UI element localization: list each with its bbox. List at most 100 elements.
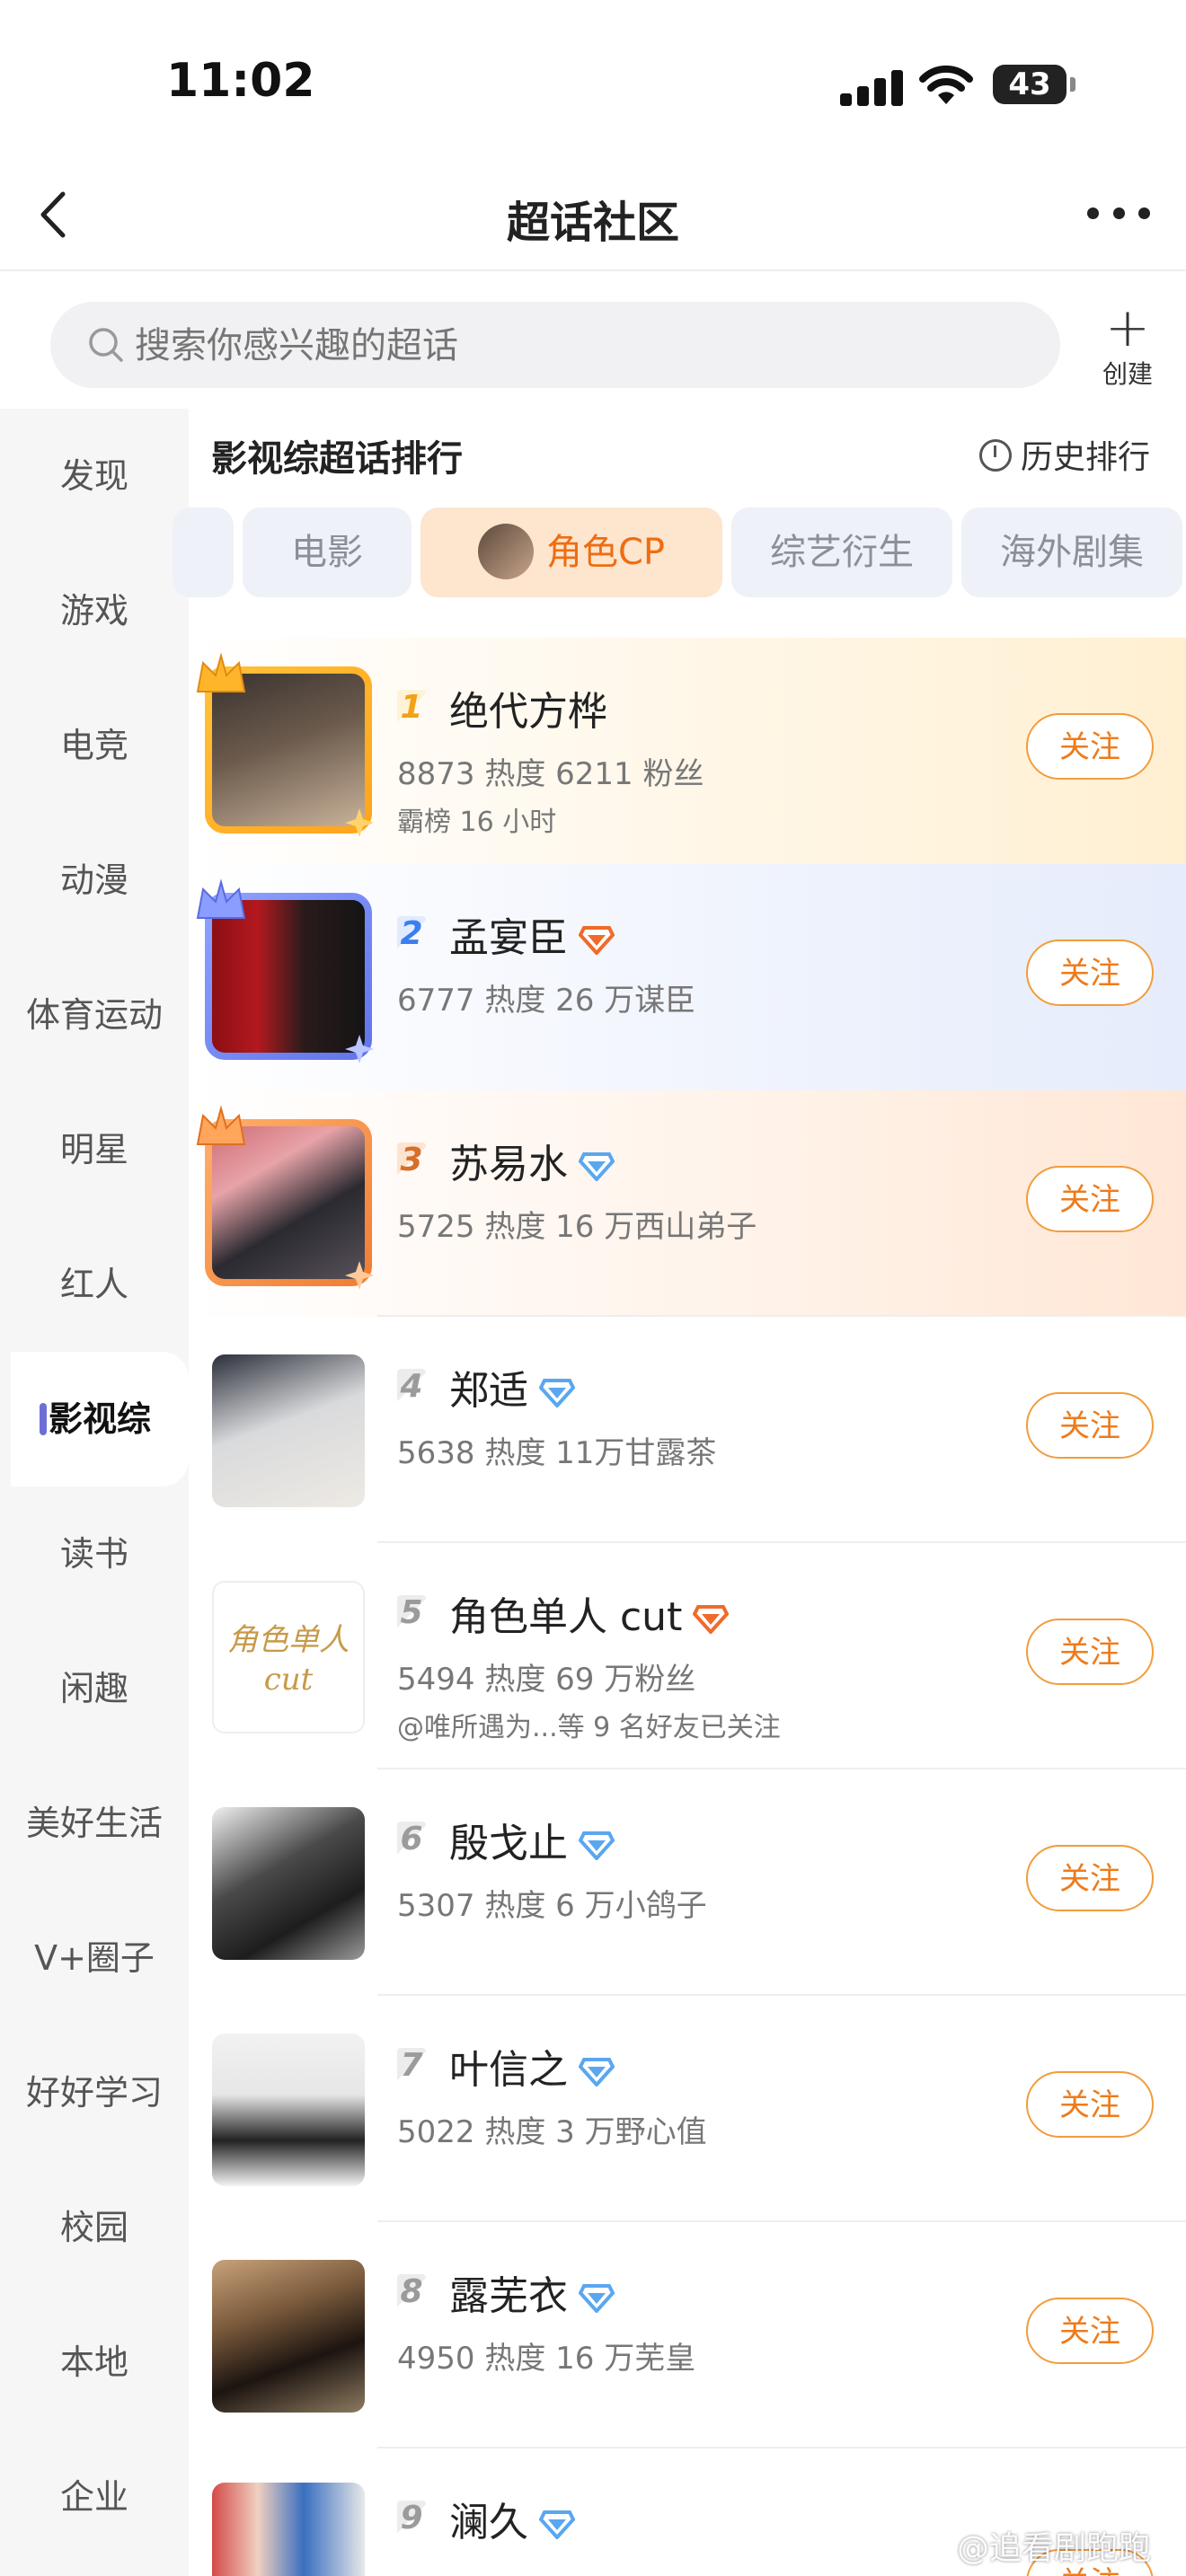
logo-text: 角色单人cut bbox=[227, 1622, 350, 1698]
avatar bbox=[212, 900, 365, 1053]
avatar bbox=[212, 1126, 365, 1279]
page-title: 超话社区 bbox=[506, 198, 679, 248]
follow-button[interactable]: 关注 bbox=[1026, 1619, 1154, 1685]
rank-number: 9 bbox=[397, 2501, 426, 2536]
crown-icon bbox=[196, 1105, 246, 1145]
sidebar-item-lifestyle[interactable]: 美好生活 bbox=[0, 1756, 189, 1891]
follow-button[interactable]: 关注 bbox=[1026, 1166, 1154, 1232]
item-name: 苏易水 bbox=[449, 1132, 615, 1189]
create-label: 创建 bbox=[1102, 359, 1153, 389]
blue-diamond-badge-icon bbox=[579, 2058, 615, 2086]
list-item[interactable]: 6 殷戈止 5307 热度 6 万小鸽子 关注 bbox=[189, 1769, 1186, 1996]
category-sidebar: 发现 游戏 电竞 动漫 体育运动 明星 红人 影视综 读书 闲趣 美好生活 V+… bbox=[0, 409, 189, 2576]
avatar bbox=[212, 1807, 365, 1960]
sidebar-item-film-tv[interactable]: 影视综 bbox=[11, 1352, 189, 1486]
item-name: 露芜衣 bbox=[449, 2263, 615, 2321]
search-bar[interactable] bbox=[50, 302, 1060, 388]
create-button[interactable]: + 创建 bbox=[1087, 301, 1168, 391]
orange-diamond-badge-icon bbox=[579, 926, 615, 955]
avatar: 角色单人cut bbox=[212, 1581, 365, 1734]
follow-button[interactable]: 关注 bbox=[1026, 1392, 1154, 1459]
rank-number: 4 bbox=[397, 1369, 426, 1405]
item-name-text: 叶信之 bbox=[449, 2047, 568, 2093]
item-extra: @唯所遇为...等 9 名好友已关注 bbox=[397, 1712, 781, 1743]
follow-button[interactable]: 关注 bbox=[1026, 2298, 1154, 2364]
sidebar-item-campus[interactable]: 校园 bbox=[0, 2160, 189, 2295]
status-time: 11:02 bbox=[166, 54, 315, 108]
list-item[interactable]: 3 苏易水 5725 热度 16 万西山弟子 关注 bbox=[189, 1090, 1186, 1317]
history-ranking-button[interactable]: 历史排行 bbox=[979, 431, 1150, 478]
rank-number: 7 bbox=[397, 2048, 426, 2084]
sidebar-item-local[interactable]: 本地 bbox=[0, 2295, 189, 2430]
sidebar-item-discover[interactable]: 发现 bbox=[0, 409, 189, 543]
blue-diamond-badge-icon bbox=[579, 1152, 615, 1181]
sidebar-item-esports[interactable]: 电竞 bbox=[0, 678, 189, 813]
blue-diamond-badge-icon bbox=[539, 2510, 575, 2539]
rank-number: 5 bbox=[397, 1595, 426, 1631]
list-item[interactable]: 4 郑适 5638 热度 11万甘露茶 关注 bbox=[189, 1317, 1186, 1543]
item-name: 孟宴臣 bbox=[449, 905, 615, 963]
sidebar-item-study[interactable]: 好好学习 bbox=[0, 2025, 189, 2160]
rank-number: 6 bbox=[397, 1822, 426, 1857]
tab-previous-partial[interactable] bbox=[173, 507, 234, 597]
follow-button[interactable]: 关注 bbox=[1026, 2071, 1154, 2138]
star-icon bbox=[345, 1035, 374, 1063]
follow-button[interactable]: 关注 bbox=[1026, 940, 1154, 1006]
item-stats: 5638 热度 11万甘露茶 bbox=[397, 1435, 717, 1471]
rank-number: 3 bbox=[397, 1142, 426, 1178]
item-extra: 霸榜 16 小时 bbox=[397, 807, 557, 838]
follow-button[interactable]: 关注 bbox=[1026, 713, 1154, 780]
sidebar-item-vplus[interactable]: V+圈子 bbox=[0, 1891, 189, 2025]
list-item[interactable]: 7 叶信之 5022 热度 3 万野心值 关注 bbox=[189, 1996, 1186, 2222]
search-input[interactable] bbox=[133, 314, 945, 377]
item-name: 澜久 bbox=[449, 2490, 575, 2547]
item-name-text: 角色单人 cut bbox=[449, 1594, 683, 1640]
star-icon bbox=[345, 808, 374, 837]
follow-button[interactable]: 关注 bbox=[1026, 1845, 1154, 1911]
item-name: 郑适 bbox=[449, 1358, 575, 1416]
list-item[interactable]: 8 露芜衣 4950 热度 16 万芜皇 关注 bbox=[189, 2222, 1186, 2448]
cellular-signal-icon bbox=[840, 70, 903, 106]
item-stats: 4950 热度 16 万芜皇 bbox=[397, 2341, 696, 2377]
sidebar-item-enterprise[interactable]: 企业 bbox=[0, 2430, 189, 2564]
blue-diamond-badge-icon bbox=[579, 1831, 615, 1860]
item-name-text: 殷戈止 bbox=[449, 1821, 568, 1866]
item-name: 殷戈止 bbox=[449, 1811, 615, 1868]
rank-number: 1 bbox=[397, 690, 426, 726]
crown-icon bbox=[196, 652, 246, 693]
crown-icon bbox=[196, 878, 246, 919]
tab-role-cp-label: 角色CP bbox=[545, 532, 666, 573]
list-item[interactable]: 1 绝代方桦 8873 热度 6211 粉丝 霸榜 16 小时 关注 bbox=[189, 638, 1186, 864]
sidebar-item-influencers[interactable]: 红人 bbox=[0, 1217, 189, 1352]
sidebar-item-books[interactable]: 读书 bbox=[0, 1486, 189, 1621]
item-stats: 6777 热度 26 万谋臣 bbox=[397, 983, 696, 1019]
sidebar-item-games[interactable]: 游戏 bbox=[0, 543, 189, 678]
list-item[interactable]: 2 孟宴臣 6777 热度 26 万谋臣 关注 bbox=[189, 864, 1186, 1090]
blue-diamond-badge-icon bbox=[579, 2284, 615, 2313]
avatar bbox=[212, 2033, 365, 2186]
avatar bbox=[212, 2483, 365, 2576]
list-item[interactable]: 角色单人cut 5 角色单人 cut 5494 热度 69 万粉丝 @唯所遇为.… bbox=[189, 1543, 1186, 1769]
tab-role-cp[interactable]: 角色CP bbox=[420, 507, 722, 597]
tab-overseas-series[interactable]: 海外剧集 bbox=[961, 507, 1182, 597]
item-name: 绝代方桦 bbox=[449, 689, 607, 735]
item-name: 叶信之 bbox=[449, 2037, 615, 2095]
tab-movies[interactable]: 电影 bbox=[243, 507, 412, 597]
orange-diamond-badge-icon bbox=[693, 1605, 730, 1634]
category-tabs: 电影 角色CP 综艺衍生 海外剧集 bbox=[173, 507, 1186, 599]
sidebar-item-anime[interactable]: 动漫 bbox=[0, 813, 189, 948]
status-bar: 11:02 43 bbox=[0, 0, 1186, 162]
nav-bar: 超话社区 bbox=[0, 162, 1186, 271]
clock-icon bbox=[979, 439, 1012, 472]
sidebar-item-sports[interactable]: 体育运动 bbox=[0, 948, 189, 1082]
tab-variety-derivative[interactable]: 综艺衍生 bbox=[731, 507, 952, 597]
item-name-text: 澜久 bbox=[449, 2500, 528, 2545]
blue-diamond-badge-icon bbox=[539, 1379, 575, 1407]
more-icon[interactable] bbox=[1087, 199, 1150, 226]
sidebar-item-stars[interactable]: 明星 bbox=[0, 1082, 189, 1217]
item-stats: 5725 热度 16 万西山弟子 bbox=[397, 1209, 757, 1245]
avatar bbox=[212, 1354, 365, 1507]
item-name-text: 露芜衣 bbox=[449, 2273, 568, 2319]
sidebar-item-leisure[interactable]: 闲趣 bbox=[0, 1621, 189, 1756]
item-name-text: 孟宴臣 bbox=[449, 915, 568, 961]
